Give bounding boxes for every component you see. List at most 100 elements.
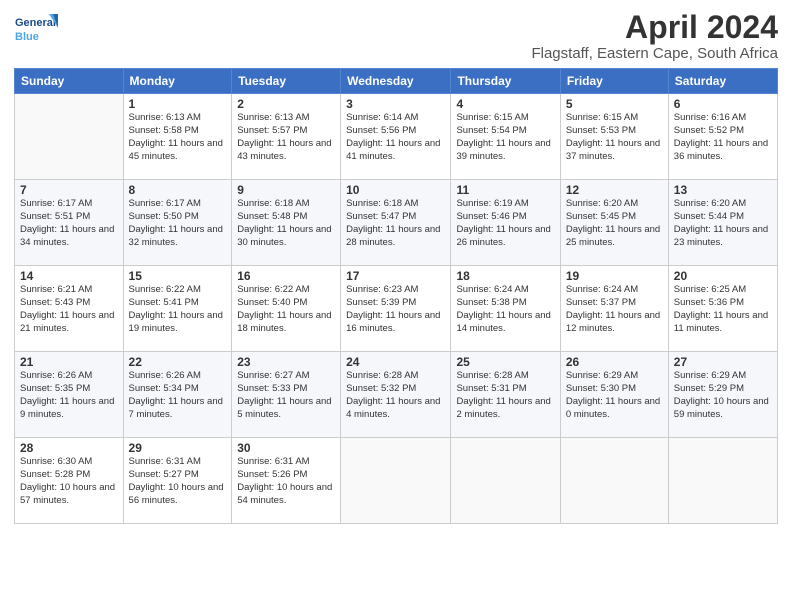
day-info: Sunrise: 6:26 AM Sunset: 5:34 PM Dayligh…: [129, 370, 227, 421]
day-number: 14: [20, 269, 118, 283]
day-info: Sunrise: 6:20 AM Sunset: 5:45 PM Dayligh…: [566, 198, 663, 249]
weekday-header: Saturday: [668, 69, 777, 94]
day-number: 16: [237, 269, 335, 283]
day-info: Sunrise: 6:15 AM Sunset: 5:53 PM Dayligh…: [566, 112, 663, 163]
calendar-day-cell: 18 Sunrise: 6:24 AM Sunset: 5:38 PM Dayl…: [451, 266, 560, 352]
day-info: Sunrise: 6:19 AM Sunset: 5:46 PM Dayligh…: [456, 198, 554, 249]
logo: General Blue: [14, 10, 58, 50]
calendar-day-cell: [15, 94, 124, 180]
day-info: Sunrise: 6:26 AM Sunset: 5:35 PM Dayligh…: [20, 370, 118, 421]
day-info: Sunrise: 6:27 AM Sunset: 5:33 PM Dayligh…: [237, 370, 335, 421]
day-number: 28: [20, 441, 118, 455]
day-number: 10: [346, 183, 445, 197]
day-number: 8: [129, 183, 227, 197]
calendar-week-row: 7 Sunrise: 6:17 AM Sunset: 5:51 PM Dayli…: [15, 180, 778, 266]
calendar-week-row: 14 Sunrise: 6:21 AM Sunset: 5:43 PM Dayl…: [15, 266, 778, 352]
day-number: 18: [456, 269, 554, 283]
weekday-header: Tuesday: [232, 69, 341, 94]
day-number: 5: [566, 97, 663, 111]
day-info: Sunrise: 6:24 AM Sunset: 5:37 PM Dayligh…: [566, 284, 663, 335]
day-number: 20: [674, 269, 772, 283]
calendar-day-cell: [341, 438, 451, 524]
day-info: Sunrise: 6:21 AM Sunset: 5:43 PM Dayligh…: [20, 284, 118, 335]
day-info: Sunrise: 6:16 AM Sunset: 5:52 PM Dayligh…: [674, 112, 772, 163]
calendar-day-cell: 8 Sunrise: 6:17 AM Sunset: 5:50 PM Dayli…: [123, 180, 232, 266]
day-number: 13: [674, 183, 772, 197]
day-info: Sunrise: 6:13 AM Sunset: 5:57 PM Dayligh…: [237, 112, 335, 163]
day-number: 11: [456, 183, 554, 197]
day-info: Sunrise: 6:28 AM Sunset: 5:31 PM Dayligh…: [456, 370, 554, 421]
calendar-table: SundayMondayTuesdayWednesdayThursdayFrid…: [14, 68, 778, 524]
day-number: 30: [237, 441, 335, 455]
calendar-day-cell: 12 Sunrise: 6:20 AM Sunset: 5:45 PM Dayl…: [560, 180, 668, 266]
calendar-day-cell: 25 Sunrise: 6:28 AM Sunset: 5:31 PM Dayl…: [451, 352, 560, 438]
calendar-day-cell: 10 Sunrise: 6:18 AM Sunset: 5:47 PM Dayl…: [341, 180, 451, 266]
calendar-day-cell: 13 Sunrise: 6:20 AM Sunset: 5:44 PM Dayl…: [668, 180, 777, 266]
calendar-day-cell: 19 Sunrise: 6:24 AM Sunset: 5:37 PM Dayl…: [560, 266, 668, 352]
day-number: 26: [566, 355, 663, 369]
day-number: 24: [346, 355, 445, 369]
calendar-day-cell: 21 Sunrise: 6:26 AM Sunset: 5:35 PM Dayl…: [15, 352, 124, 438]
calendar-day-cell: [560, 438, 668, 524]
main-title: April 2024: [531, 10, 778, 45]
svg-text:Blue: Blue: [15, 31, 39, 43]
calendar-day-cell: 6 Sunrise: 6:16 AM Sunset: 5:52 PM Dayli…: [668, 94, 777, 180]
logo-svg: General Blue: [14, 10, 58, 50]
day-number: 12: [566, 183, 663, 197]
day-info: Sunrise: 6:30 AM Sunset: 5:28 PM Dayligh…: [20, 456, 118, 507]
day-info: Sunrise: 6:17 AM Sunset: 5:51 PM Dayligh…: [20, 198, 118, 249]
header: General Blue April 2024 Flagstaff, Easte…: [14, 10, 778, 62]
calendar-day-cell: 22 Sunrise: 6:26 AM Sunset: 5:34 PM Dayl…: [123, 352, 232, 438]
calendar-week-row: 28 Sunrise: 6:30 AM Sunset: 5:28 PM Dayl…: [15, 438, 778, 524]
calendar-day-cell: 7 Sunrise: 6:17 AM Sunset: 5:51 PM Dayli…: [15, 180, 124, 266]
day-info: Sunrise: 6:13 AM Sunset: 5:58 PM Dayligh…: [129, 112, 227, 163]
calendar-day-cell: 17 Sunrise: 6:23 AM Sunset: 5:39 PM Dayl…: [341, 266, 451, 352]
weekday-header: Wednesday: [341, 69, 451, 94]
day-info: Sunrise: 6:18 AM Sunset: 5:47 PM Dayligh…: [346, 198, 445, 249]
day-number: 6: [674, 97, 772, 111]
calendar-header-row: SundayMondayTuesdayWednesdayThursdayFrid…: [15, 69, 778, 94]
weekday-header: Thursday: [451, 69, 560, 94]
page: General Blue April 2024 Flagstaff, Easte…: [0, 0, 792, 612]
calendar-day-cell: 1 Sunrise: 6:13 AM Sunset: 5:58 PM Dayli…: [123, 94, 232, 180]
day-info: Sunrise: 6:17 AM Sunset: 5:50 PM Dayligh…: [129, 198, 227, 249]
day-info: Sunrise: 6:22 AM Sunset: 5:40 PM Dayligh…: [237, 284, 335, 335]
day-number: 27: [674, 355, 772, 369]
calendar-day-cell: 5 Sunrise: 6:15 AM Sunset: 5:53 PM Dayli…: [560, 94, 668, 180]
day-number: 17: [346, 269, 445, 283]
calendar-day-cell: 20 Sunrise: 6:25 AM Sunset: 5:36 PM Dayl…: [668, 266, 777, 352]
title-block: April 2024 Flagstaff, Eastern Cape, Sout…: [531, 10, 778, 62]
day-number: 3: [346, 97, 445, 111]
calendar-day-cell: 28 Sunrise: 6:30 AM Sunset: 5:28 PM Dayl…: [15, 438, 124, 524]
day-number: 19: [566, 269, 663, 283]
day-number: 25: [456, 355, 554, 369]
weekday-header: Friday: [560, 69, 668, 94]
day-info: Sunrise: 6:20 AM Sunset: 5:44 PM Dayligh…: [674, 198, 772, 249]
day-info: Sunrise: 6:25 AM Sunset: 5:36 PM Dayligh…: [674, 284, 772, 335]
calendar-day-cell: [668, 438, 777, 524]
day-info: Sunrise: 6:24 AM Sunset: 5:38 PM Dayligh…: [456, 284, 554, 335]
calendar-day-cell: 16 Sunrise: 6:22 AM Sunset: 5:40 PM Dayl…: [232, 266, 341, 352]
weekday-header: Sunday: [15, 69, 124, 94]
calendar-day-cell: 29 Sunrise: 6:31 AM Sunset: 5:27 PM Dayl…: [123, 438, 232, 524]
day-info: Sunrise: 6:31 AM Sunset: 5:27 PM Dayligh…: [129, 456, 227, 507]
day-number: 22: [129, 355, 227, 369]
calendar-week-row: 1 Sunrise: 6:13 AM Sunset: 5:58 PM Dayli…: [15, 94, 778, 180]
day-info: Sunrise: 6:15 AM Sunset: 5:54 PM Dayligh…: [456, 112, 554, 163]
day-number: 1: [129, 97, 227, 111]
day-info: Sunrise: 6:28 AM Sunset: 5:32 PM Dayligh…: [346, 370, 445, 421]
calendar-day-cell: [451, 438, 560, 524]
calendar-day-cell: 3 Sunrise: 6:14 AM Sunset: 5:56 PM Dayli…: [341, 94, 451, 180]
calendar-day-cell: 30 Sunrise: 6:31 AM Sunset: 5:26 PM Dayl…: [232, 438, 341, 524]
svg-text:General: General: [15, 17, 56, 29]
day-info: Sunrise: 6:18 AM Sunset: 5:48 PM Dayligh…: [237, 198, 335, 249]
day-number: 23: [237, 355, 335, 369]
day-info: Sunrise: 6:29 AM Sunset: 5:30 PM Dayligh…: [566, 370, 663, 421]
calendar-day-cell: 26 Sunrise: 6:29 AM Sunset: 5:30 PM Dayl…: [560, 352, 668, 438]
day-number: 4: [456, 97, 554, 111]
calendar-day-cell: 23 Sunrise: 6:27 AM Sunset: 5:33 PM Dayl…: [232, 352, 341, 438]
calendar-day-cell: 27 Sunrise: 6:29 AM Sunset: 5:29 PM Dayl…: [668, 352, 777, 438]
sub-title: Flagstaff, Eastern Cape, South Africa: [531, 45, 778, 62]
calendar-day-cell: 4 Sunrise: 6:15 AM Sunset: 5:54 PM Dayli…: [451, 94, 560, 180]
day-number: 21: [20, 355, 118, 369]
